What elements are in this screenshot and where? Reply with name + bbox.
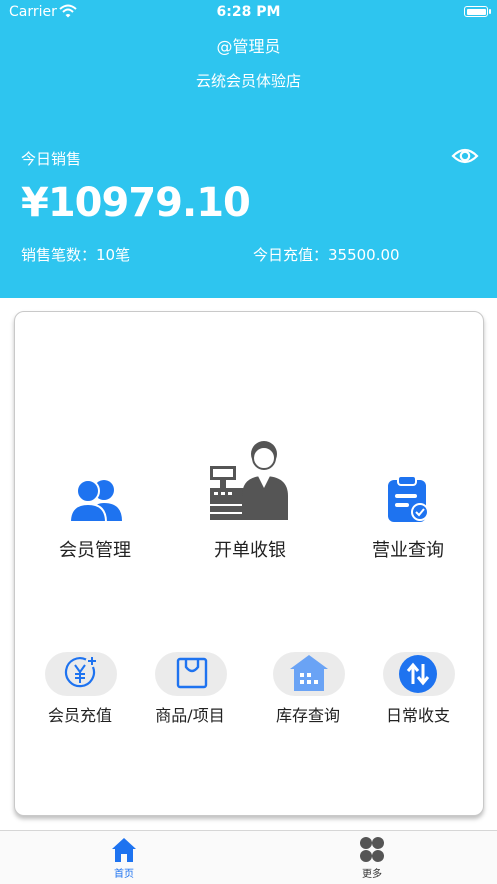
clipboard-icon [386, 474, 432, 524]
status-bar: Carrier 6:28 PM [0, 0, 497, 26]
business-query-label: 营业查询 [372, 540, 444, 561]
inventory-query-label: 库存查询 [275, 706, 340, 725]
recharge-total: 今日充值：35500.00 [253, 246, 400, 264]
function-card: 会员管理 开单收银 营业查询 会员充值 商品/项目 库存查询 日常收支 [14, 311, 484, 816]
inventory-query-button[interactable]: 库存查询 [253, 652, 363, 727]
goods-button[interactable]: 商品/项目 [135, 652, 245, 727]
yuan-plus-icon [64, 655, 100, 691]
battery-icon [464, 6, 491, 17]
members-icon [68, 477, 124, 523]
home-icon [111, 837, 137, 863]
store-name: 云统会员体验店 [195, 72, 301, 90]
cashier-icon [208, 436, 292, 522]
business-query-button[interactable]: 营业查询 [333, 472, 483, 562]
eye-icon[interactable] [451, 145, 479, 167]
user-name: @管理员 [216, 37, 281, 56]
sales-count: 销售笔数：10笔 [21, 246, 131, 264]
cashier-button[interactable]: 开单收银 [175, 432, 325, 562]
header: Carrier 6:28 PM @管理员 云统会员体验店 今日销售 ¥10979… [0, 0, 497, 298]
warehouse-icon [288, 653, 330, 693]
daily-income-expense-label: 日常收支 [385, 706, 450, 725]
clock: 6:28 PM [216, 4, 281, 20]
daily-income-expense-button[interactable]: 日常收支 [363, 652, 473, 727]
grid-icon [359, 836, 385, 864]
goods-label: 商品/项目 [155, 706, 225, 725]
tab-home[interactable]: 首页 [64, 831, 184, 884]
cashier-label: 开单收银 [214, 540, 286, 561]
tab-bar: 首页 更多 [0, 830, 497, 884]
sales-amount: ¥10979.10 [21, 180, 251, 226]
member-recharge-button[interactable]: 会员充值 [25, 652, 135, 727]
exchange-arrows-icon [398, 654, 438, 694]
tab-home-label: 首页 [114, 869, 134, 880]
member-management-label: 会员管理 [59, 540, 131, 561]
member-recharge-label: 会员充值 [47, 706, 112, 725]
sales-label: 今日销售 [21, 150, 82, 168]
tab-more-label: 更多 [362, 869, 382, 880]
shopping-bag-icon [175, 655, 209, 691]
tab-more[interactable]: 更多 [312, 831, 432, 884]
member-management-button[interactable]: 会员管理 [20, 472, 170, 562]
